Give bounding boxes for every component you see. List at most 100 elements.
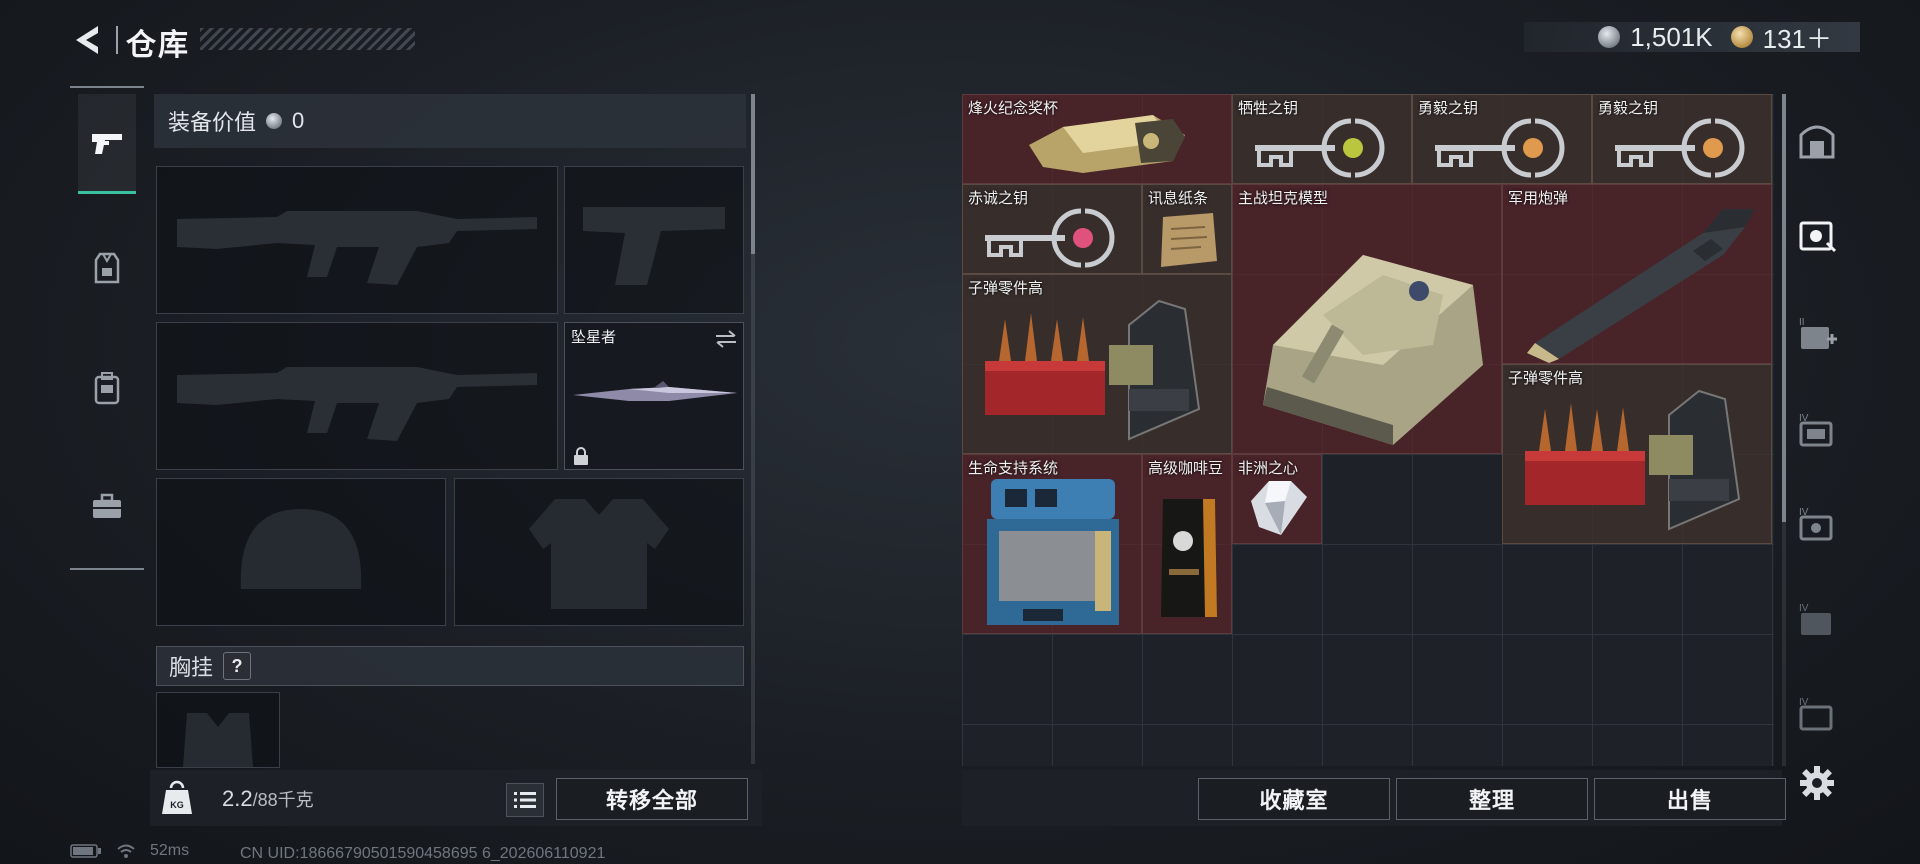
weight-current: 2.2	[222, 786, 253, 811]
settings-gear-icon[interactable]	[1796, 762, 1838, 804]
coffee-bag-icon	[1161, 499, 1217, 617]
melee-weapon-slot[interactable]: 坠星者	[564, 322, 744, 470]
silver-coin-icon	[266, 113, 283, 129]
uid-text: CN UID:18666790501590458695 6_2026061109…	[240, 845, 606, 862]
left-nav	[70, 86, 144, 570]
armor-silhouette-icon	[529, 499, 669, 609]
collection-room-button[interactable]: 收藏室	[1198, 778, 1390, 820]
side-tab-stash-1[interactable]	[1796, 214, 1838, 256]
chest-rig-silhouette-icon	[183, 713, 253, 767]
container-icon	[1799, 221, 1837, 253]
stash-item-diamond[interactable]: 非洲之心	[1232, 454, 1322, 544]
equipment-value-header: 装备价值 0	[154, 94, 746, 148]
stash-item-coffee[interactable]: 高级咖啡豆	[1142, 454, 1232, 634]
stash-item-key-courage-2[interactable]: 勇毅之钥	[1592, 94, 1772, 184]
side-tab-stash-6[interactable]: IV	[1796, 692, 1838, 734]
secondary-primary-weapon-slot[interactable]	[156, 322, 558, 470]
stash-item-key-sacrifice[interactable]: 牺牲之钥	[1232, 94, 1412, 184]
secondary-weapon-slot[interactable]	[564, 166, 744, 314]
item-label: 牺牲之钥	[1238, 100, 1299, 117]
item-label: 烽火纪念奖杯	[968, 100, 1059, 117]
item-label: 军用炮弹	[1508, 190, 1569, 207]
body-armor-slot[interactable]	[454, 478, 744, 626]
equipment-value-label: 装备价值	[168, 110, 257, 135]
stash-item-trophy[interactable]: 烽火纪念奖杯	[962, 94, 1232, 184]
silver-coin-icon	[1598, 26, 1621, 48]
stash-item-paper-note[interactable]: 讯息纸条	[1142, 184, 1232, 274]
backpack-icon	[94, 372, 120, 405]
diamond-icon	[1251, 481, 1307, 535]
stash-item-life-support[interactable]: 生命支持系统	[962, 454, 1142, 634]
silver-currency-value: 1,501K	[1630, 21, 1713, 52]
item-label: 勇毅之钥	[1418, 100, 1479, 117]
key-icon	[1435, 118, 1565, 178]
nav-tab-case[interactable]	[78, 456, 136, 556]
side-tab-vault[interactable]	[1796, 120, 1838, 162]
key-icon	[985, 208, 1115, 268]
stash-item-ammo-parts[interactable]: 子弹零件高	[962, 274, 1232, 454]
wifi-icon	[117, 844, 135, 858]
svg-text:II: II	[1799, 317, 1805, 328]
stash-item-artillery-shell[interactable]: 军用炮弹	[1502, 184, 1772, 364]
pistol-silhouette-icon	[583, 207, 725, 285]
chest-rig-slot[interactable]	[156, 692, 280, 768]
left-scrollbar[interactable]	[751, 94, 755, 254]
container-tier-icon: IV	[1799, 413, 1833, 447]
artillery-shell-icon	[1527, 209, 1755, 363]
weight-capacity: /88千克	[252, 790, 314, 810]
gold-currency-value[interactable]: 131＋	[1763, 19, 1832, 56]
swap-arrows-icon[interactable]	[713, 329, 739, 349]
item-label: 赤诚之钥	[968, 190, 1029, 207]
weight-icon: KG	[162, 780, 192, 814]
side-tab-stash-2[interactable]: II	[1796, 312, 1838, 354]
equipment-value: 0	[292, 108, 305, 133]
rifle-silhouette-icon	[177, 211, 537, 285]
helmet-slot[interactable]	[156, 478, 446, 626]
item-label: 子弹零件高	[1508, 370, 1584, 387]
stash-item-key-sincerity[interactable]: 赤诚之钥	[962, 184, 1142, 274]
nav-tab-armor[interactable]	[78, 218, 136, 318]
battery-icon	[70, 844, 101, 858]
stash-item-key-courage[interactable]: 勇毅之钥	[1412, 94, 1592, 184]
container-tier-icon: IV	[1799, 697, 1833, 731]
item-label: 讯息纸条	[1148, 190, 1209, 207]
vault-icon	[1799, 125, 1835, 159]
rifle-silhouette-icon	[177, 367, 537, 441]
gold-coin-icon	[1730, 26, 1753, 48]
sell-button[interactable]: 出售	[1594, 778, 1786, 820]
back-button[interactable]	[68, 20, 108, 60]
primary-weapon-slot[interactable]	[156, 166, 558, 314]
list-view-button[interactable]	[506, 783, 544, 817]
nav-tab-backpack[interactable]	[78, 338, 136, 438]
sort-button[interactable]: 整理	[1396, 778, 1588, 820]
item-label: 非洲之心	[1238, 460, 1299, 477]
page-title: 仓库	[126, 29, 190, 62]
chest-rig-header: 胸挂 ?	[156, 646, 744, 686]
side-tab-stash-3[interactable]: IV	[1796, 408, 1838, 450]
list-icon	[514, 792, 536, 808]
briefcase-icon	[93, 493, 121, 518]
stash-item-tank-model[interactable]: 主战坦克模型	[1232, 184, 1502, 454]
stash-scrollbar[interactable]	[1782, 94, 1786, 522]
item-label: 高级咖啡豆	[1148, 460, 1224, 477]
transfer-all-button[interactable]: 转移全部	[556, 778, 748, 820]
knife-icon	[573, 381, 737, 401]
item-label: 生命支持系统	[968, 460, 1059, 477]
help-button[interactable]: ?	[223, 652, 252, 680]
ping-value: 52ms	[150, 842, 190, 859]
container-tier-icon: IV	[1799, 603, 1831, 635]
header-divider	[116, 26, 118, 54]
stash-item-ammo-parts-2[interactable]: 子弹零件高	[1502, 364, 1772, 544]
container-add-icon: II	[1799, 317, 1837, 349]
nav-tab-weapon[interactable]	[78, 94, 136, 194]
svg-text:IV: IV	[1799, 603, 1809, 614]
ammo-parts-icon	[985, 299, 1201, 441]
svg-text:KG: KG	[170, 800, 184, 810]
back-arrow-icon	[76, 26, 98, 54]
side-tab-stash-4[interactable]: IV	[1796, 502, 1838, 544]
side-tab-stash-5[interactable]: IV	[1796, 598, 1838, 640]
container-tier-icon: IV	[1799, 507, 1833, 541]
melee-item-label: 坠星者	[571, 329, 617, 346]
tank-model-icon	[1263, 255, 1483, 445]
currency-bar: 1,501K 131＋	[1524, 21, 1860, 54]
